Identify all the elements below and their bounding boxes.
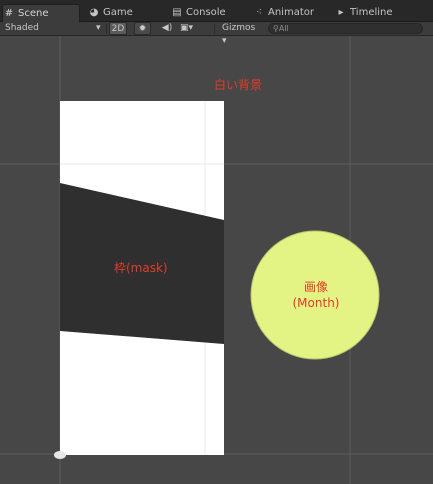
tab-console[interactable]: ▤ Console — [171, 4, 226, 21]
pivot-handle-icon[interactable] — [54, 451, 66, 459]
tab-timeline[interactable]: ▸ Timeline — [335, 4, 393, 21]
scene-view[interactable]: 白い背景 枠(mask) 画像 (Month) — [0, 36, 433, 484]
console-icon: ▤ — [172, 7, 182, 18]
tab-label: Game — [103, 7, 133, 18]
tab-scene[interactable]: # Scene — [2, 4, 80, 22]
white-background-label: 白い背景 — [214, 78, 263, 92]
tab-animator[interactable]: ⁖ Animator — [253, 4, 314, 21]
pacman-icon: ◕ — [89, 7, 99, 18]
scene-canvas — [0, 36, 433, 484]
frame-mask-label: 枠(mask) — [114, 261, 168, 275]
tab-game[interactable]: ◕ Game — [88, 4, 133, 21]
timeline-icon: ▸ — [338, 7, 344, 18]
effects-dropdown[interactable]: ▣▾ — [180, 22, 202, 35]
tab-bar: # Scene ◕ Game ▤ Console ⁖ Animator ▸ Timelin… — [0, 0, 433, 22]
tab-label: Timeline — [350, 7, 393, 18]
image-label-line1: 画像 — [303, 280, 328, 294]
scene-toolbar: Shaded ▾ 2D ✹ ◀) ▣▾ Gizmos ▾ ⚲All — [0, 22, 433, 46]
animator-icon: ⁖ — [256, 7, 262, 18]
2d-mode-label: 2D — [111, 24, 125, 34]
dropdown-arrow-icon: ▾ — [96, 23, 101, 33]
speaker-icon: ◀) — [161, 23, 173, 33]
tab-label: Console — [186, 7, 226, 18]
tab-label: Animator — [268, 7, 314, 18]
dropdown-arrow-icon: ▾ — [188, 23, 194, 33]
tab-label: Scene — [18, 8, 49, 19]
month-image-circle — [250, 230, 380, 360]
grid-icon: # — [4, 8, 14, 19]
sun-icon: ✹ — [138, 24, 147, 34]
audio-toggle-button[interactable]: ◀) — [159, 22, 175, 35]
shading-mode-dropdown[interactable]: Shaded ▾ — [5, 22, 105, 35]
search-input[interactable]: ⚲All — [268, 23, 423, 34]
2d-mode-button[interactable]: 2D — [109, 22, 127, 35]
shading-mode-label: Shaded — [5, 23, 39, 33]
gizmos-label: Gizmos — [222, 23, 256, 33]
image-label-line2: (Month) — [292, 296, 340, 310]
toolbar-divider — [214, 24, 215, 34]
search-placeholder: All — [278, 24, 289, 33]
image-icon: ▣ — [180, 23, 189, 33]
toolbar-divider — [106, 24, 107, 34]
gizmos-dropdown[interactable]: Gizmos ▾ — [222, 22, 262, 46]
scene-lighting-button[interactable]: ✹ — [134, 22, 151, 35]
